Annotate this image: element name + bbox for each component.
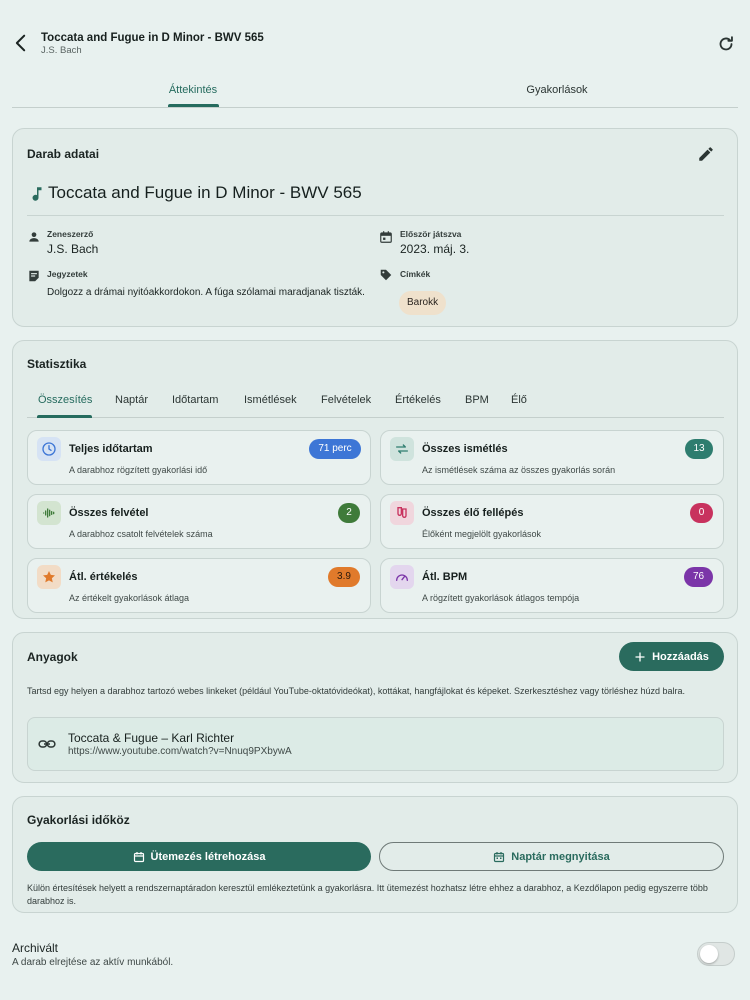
- stats-tab-repetitions[interactable]: Ismétlések: [244, 394, 297, 406]
- material-title: Toccata & Fugue – Karl Richter: [68, 731, 235, 745]
- archive-description: A darab elrejtése az aktív munkából.: [12, 957, 174, 968]
- stats-tab-calendar[interactable]: Naptár: [115, 394, 148, 406]
- archive-title: Archivált: [12, 941, 59, 955]
- person-icon: [27, 230, 41, 244]
- stat-title: Átl. értékelés: [69, 571, 138, 583]
- stat-title: Összes felvétel: [69, 507, 149, 519]
- stat-desc: A darabhoz csatolt felvételek száma: [69, 529, 213, 539]
- stat-title: Átl. BPM: [422, 571, 468, 583]
- practice-interval-title: Gyakorlási időköz: [27, 813, 130, 827]
- refresh-icon: [719, 36, 733, 51]
- open-calendar-button[interactable]: Naptár megnyitása: [379, 842, 724, 871]
- tags-label: Címkék: [400, 269, 431, 279]
- stats-tab-recordings[interactable]: Felvételek: [321, 394, 371, 406]
- stats-tab-summary[interactable]: Összesítés: [38, 394, 92, 406]
- first-played-label: Először játszva: [400, 229, 462, 239]
- tag-chip[interactable]: Barokk: [399, 291, 447, 315]
- link-icon: [38, 737, 56, 751]
- tab-overview[interactable]: Áttekintés: [12, 84, 374, 96]
- stat-desc: Az ismétlések száma az összes gyakorlás …: [422, 465, 616, 475]
- stats-tab-duration[interactable]: Időtartam: [172, 394, 218, 406]
- stat-card-average-rating[interactable]: [27, 558, 371, 613]
- stats-tab-rating[interactable]: Értékelés: [395, 394, 441, 406]
- add-material-button[interactable]: Hozzáadás: [619, 642, 724, 671]
- composer-label: Zeneszerző: [47, 229, 94, 239]
- calendar-icon: [494, 851, 505, 862]
- tab-indicator: [168, 104, 219, 107]
- composer-value: J.S. Bach: [47, 242, 99, 256]
- stat-title: Teljes időtartam: [69, 443, 153, 455]
- stat-card-total-recordings[interactable]: [27, 494, 371, 549]
- stat-card-total-repetitions[interactable]: [380, 430, 724, 485]
- stat-badge: 13: [685, 439, 713, 459]
- arrow-back-icon: [15, 34, 26, 52]
- speedometer-icon: [390, 565, 414, 589]
- notes-value: Dolgozz a drámai nyitóakkordokon. A fúga…: [47, 287, 365, 298]
- stat-title: Összes ismétlés: [422, 443, 508, 455]
- tag-icon: [379, 268, 393, 282]
- calendar-icon: [379, 230, 393, 244]
- theater-icon: [390, 501, 414, 525]
- statistics-title: Statisztika: [27, 357, 87, 371]
- repeat-icon: [390, 437, 414, 461]
- stat-desc: Élőként megjelölt gyakorlások: [422, 529, 542, 539]
- piece-details-title: Darab adatai: [27, 147, 100, 161]
- piece-title: Toccata and Fugue in D Minor - BWV 565: [48, 183, 362, 202]
- stat-card-total-live[interactable]: [380, 494, 724, 549]
- stat-badge: 76: [684, 567, 713, 587]
- stats-tab-divider: [27, 417, 724, 418]
- stats-tab-live[interactable]: Élő: [511, 394, 527, 406]
- toggle-knob: [700, 945, 718, 963]
- first-played-value: 2023. máj. 3.: [400, 242, 470, 256]
- pencil-icon: [699, 147, 713, 161]
- clock-icon: [37, 437, 61, 461]
- stat-desc: Az értékelt gyakorlások átlaga: [69, 593, 190, 603]
- materials-description: Tartsd egy helyen a darabhoz tartozó web…: [27, 686, 686, 696]
- stat-desc: A darabhoz rögzített gyakorlási idő: [69, 465, 208, 475]
- page-subtitle: J.S. Bach: [41, 45, 82, 56]
- stat-title: Összes élő fellépés: [422, 507, 524, 519]
- calendar-icon: [133, 851, 144, 862]
- stats-tab-bpm[interactable]: BPM: [465, 394, 489, 406]
- star-icon: [37, 565, 61, 589]
- stat-badge: 2: [338, 503, 360, 523]
- notes-icon: [27, 269, 41, 283]
- stat-badge: 0: [690, 503, 713, 523]
- stat-card-average-bpm[interactable]: [380, 558, 724, 613]
- notes-label: Jegyzetek: [47, 269, 88, 279]
- stats-tab-indicator: [37, 415, 92, 418]
- create-schedule-button[interactable]: Ütemezés létrehozása: [27, 842, 371, 871]
- archive-toggle[interactable]: [697, 942, 735, 966]
- stat-badge: 71 perc: [309, 439, 361, 459]
- edit-button[interactable]: [697, 145, 715, 163]
- waveform-icon: [37, 501, 61, 525]
- page-title: Toccata and Fugue in D Minor - BWV 565: [41, 32, 264, 44]
- music-note-icon: [28, 184, 46, 204]
- stat-desc: A rögzített gyakorlások átlagos tempója: [422, 593, 580, 603]
- create-schedule-label: Ütemezés létrehozása: [150, 850, 266, 863]
- stat-badge: 3.9: [328, 567, 360, 587]
- schedule-description: Külön értesítések helyett a rendszernapt…: [27, 883, 708, 906]
- material-url[interactable]: https://www.youtube.com/watch?v=Nnuq9PXb…: [68, 746, 292, 757]
- details-divider: [27, 215, 724, 216]
- materials-title: Anyagok: [27, 650, 78, 664]
- open-calendar-label: Naptár megnyitása: [511, 850, 610, 863]
- plus-icon: [635, 651, 645, 662]
- back-button[interactable]: [10, 32, 32, 54]
- add-material-label: Hozzáadás: [652, 650, 709, 663]
- refresh-button[interactable]: [715, 33, 737, 55]
- tab-practices[interactable]: Gyakorlások: [376, 84, 738, 96]
- tab-divider: [12, 107, 738, 108]
